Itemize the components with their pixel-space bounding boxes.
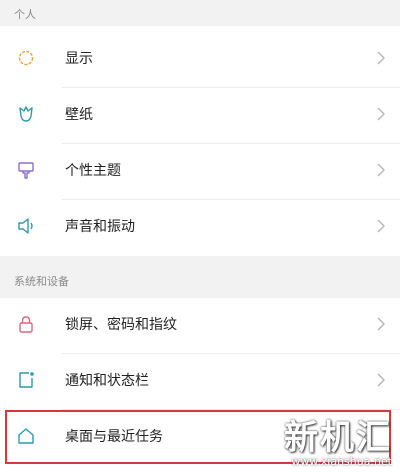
settings-item-sound[interactable]: 声音和振动: [0, 200, 400, 254]
settings-item-label: 锁屏、密码和指纹: [65, 317, 177, 333]
settings-item-wallpaper[interactable]: 壁纸: [0, 88, 400, 142]
chevron-right-icon: [377, 317, 385, 331]
watermark-url: www.xianshua.net: [291, 455, 392, 468]
watermark: 新机汇 www.xianshua.net: [284, 410, 392, 468]
section-label-personal: 个人: [14, 8, 36, 21]
sun-icon: [18, 50, 34, 66]
settings-item-label: 壁纸: [65, 107, 93, 123]
section-header-personal: [0, 0, 400, 26]
settings-item-label: 显示: [65, 51, 93, 67]
chevron-right-icon: [377, 163, 385, 177]
speaker-icon: [18, 218, 33, 234]
chevron-right-icon: [377, 51, 385, 65]
chevron-right-icon: [377, 219, 385, 233]
settings-item-label: 通知和状态栏: [65, 373, 149, 389]
watermark-main: 新机汇: [284, 418, 392, 458]
chevron-right-icon: [377, 107, 385, 121]
settings-item-display[interactable]: 显示: [0, 32, 400, 86]
settings-item-lockscreen[interactable]: 锁屏、密码和指纹: [0, 298, 400, 352]
brush-icon: [18, 162, 34, 179]
chevron-right-icon: [377, 373, 385, 387]
tulip-icon: [19, 106, 33, 122]
notification-icon: [19, 372, 34, 388]
section-label-system: 系统和设备: [14, 275, 69, 288]
settings-item-themes[interactable]: 个性主题: [0, 144, 400, 198]
settings-item-notifications[interactable]: 通知和状态栏: [0, 354, 400, 408]
lock-icon: [19, 316, 33, 333]
settings-item-label: 个性主题: [65, 163, 121, 179]
settings-item-label: 声音和振动: [65, 219, 135, 235]
